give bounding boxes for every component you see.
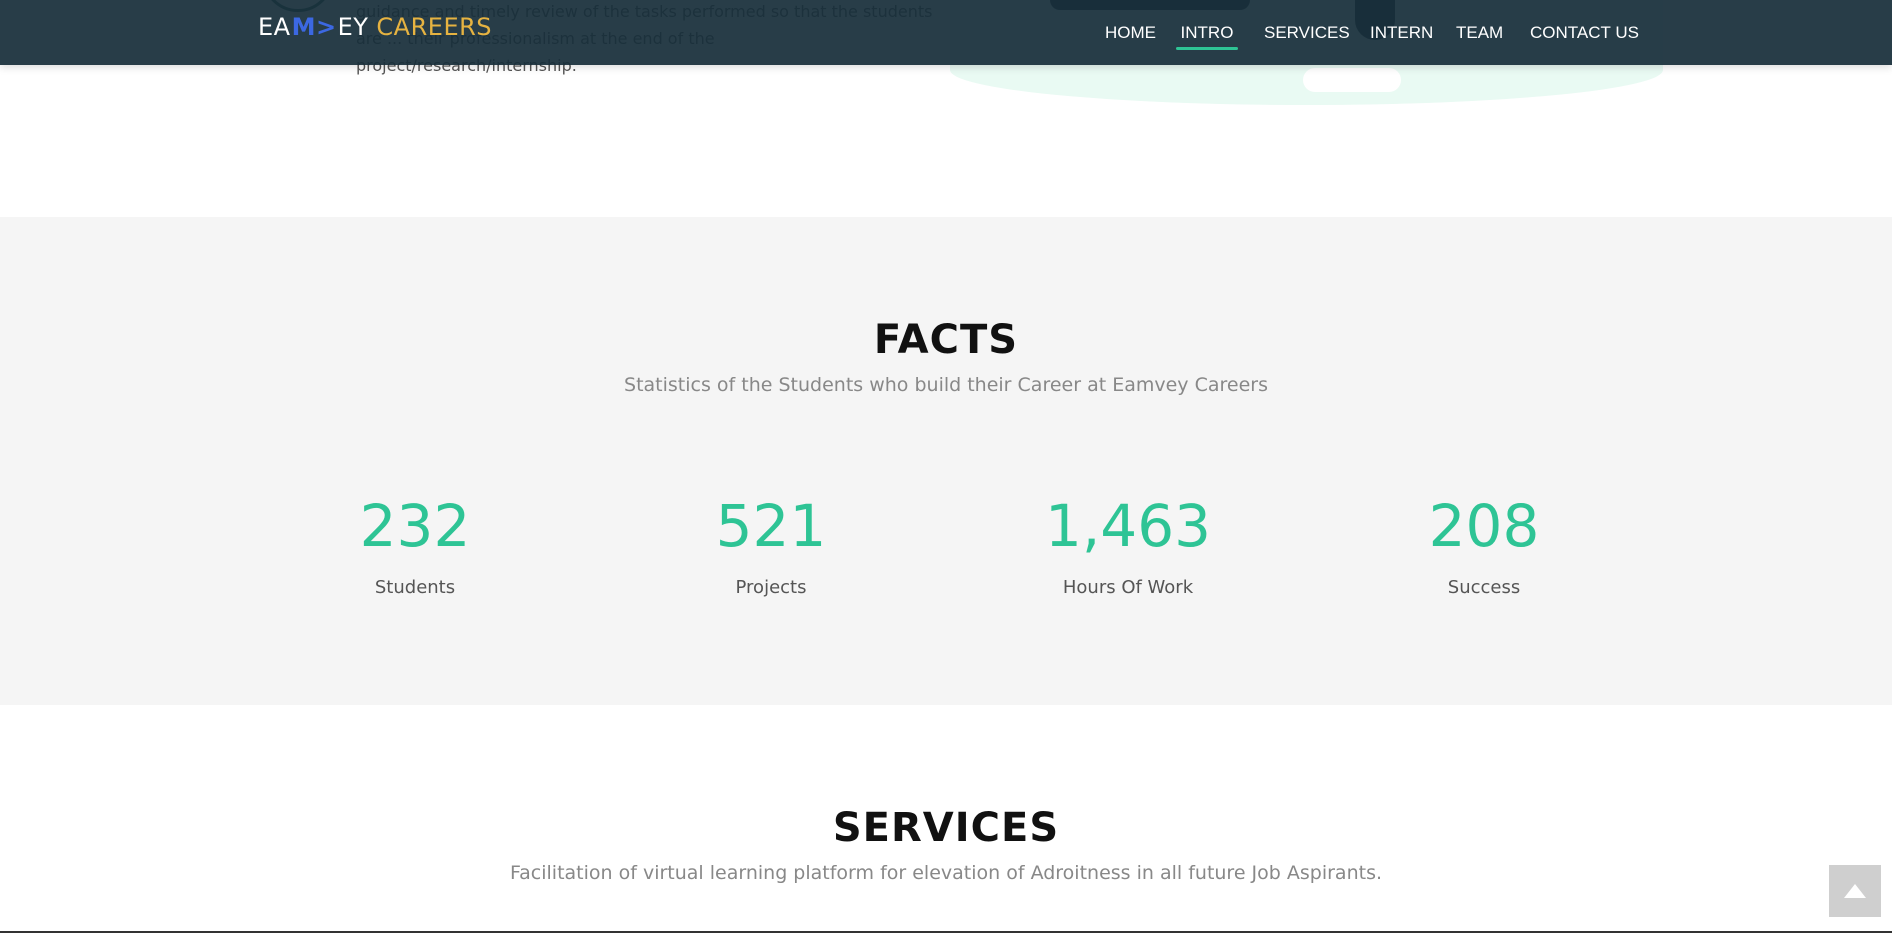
main-nav: HOME INTRO SERVICES INTERN TEAM CONTACT … — [0, 0, 1892, 65]
stat-value: 232 — [359, 492, 471, 560]
stat-label: Success — [1447, 577, 1521, 598]
chevron-up-icon — [1844, 884, 1866, 898]
nav-item-intro[interactable]: INTRO — [1176, 0, 1238, 65]
facts-subtitle: Statistics of the Students who build the… — [624, 374, 1268, 396]
facts-section: FACTS Statistics of the Students who bui… — [0, 217, 1892, 705]
stat-hours-of-work: 1,463 Hours Of Work — [998, 497, 1258, 598]
facts-title: FACTS — [873, 317, 1019, 363]
stat-label: Hours Of Work — [1062, 577, 1194, 598]
stat-success: 208 Success — [1354, 497, 1614, 598]
services-section: SERVICES Facilitation of virtual learnin… — [0, 705, 1892, 933]
stat-value: 208 — [1428, 492, 1540, 560]
illustration-shape — [1303, 68, 1401, 92]
stat-students: 232 Students — [285, 497, 545, 598]
stat-projects: 521 Projects — [641, 497, 901, 598]
back-to-top-button[interactable] — [1829, 865, 1881, 917]
nav-item-team[interactable]: TEAM — [1456, 0, 1503, 65]
services-title: SERVICES — [832, 805, 1060, 851]
stat-value: 521 — [715, 492, 827, 560]
stat-label: Projects — [735, 577, 807, 598]
stat-value: 1,463 — [1044, 492, 1212, 560]
services-subtitle: Facilitation of virtual learning platfor… — [509, 862, 1383, 884]
nav-item-services[interactable]: SERVICES — [1264, 0, 1350, 65]
site-header: EA M> EY CAREERS HOME INTRO SERVICES INTER… — [0, 0, 1892, 65]
nav-item-home[interactable]: HOME — [1105, 0, 1156, 65]
nav-item-intern[interactable]: INTERN — [1370, 0, 1433, 65]
nav-item-contact-us[interactable]: CONTACT US — [1530, 0, 1670, 65]
stat-label: Students — [374, 577, 456, 598]
